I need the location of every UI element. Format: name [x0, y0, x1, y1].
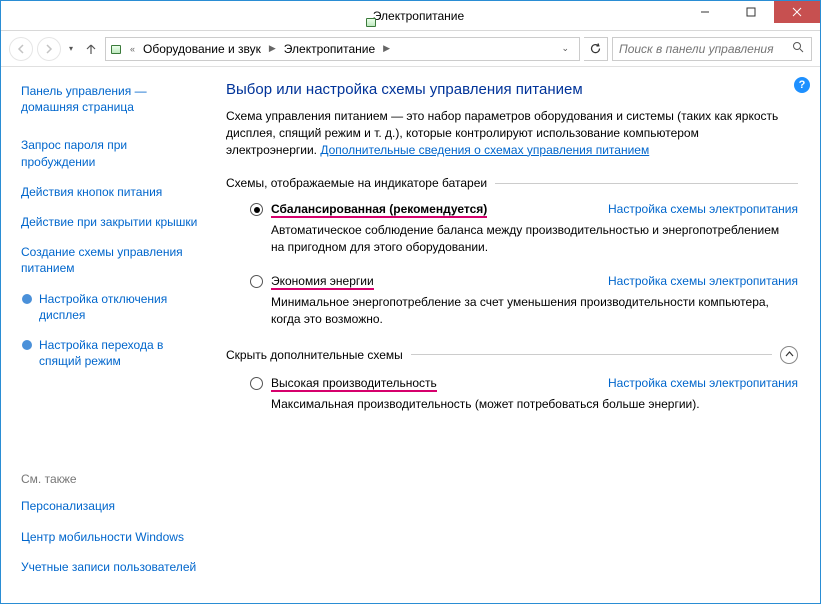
sidebar-link-power-buttons[interactable]: Действия кнопок питания [21, 184, 204, 200]
titlebar: Электропитание [1, 1, 820, 31]
sidebar-item-label: Настройка отключения дисплея [39, 291, 204, 323]
sidebar-item-label: Настройка перехода в спящий режим [39, 337, 204, 369]
sidebar: Панель управления — домашняя страница За… [1, 67, 216, 603]
plan-name-label[interactable]: Экономия энергии [271, 274, 374, 290]
minimize-button[interactable] [682, 1, 728, 23]
sidebar-link-create-plan[interactable]: Создание схемы управления питанием [21, 244, 204, 276]
fieldset-legend: Схемы, отображаемые на индикаторе батаре… [226, 176, 487, 190]
see-also-user-accounts[interactable]: Учетные записи пользователей [21, 559, 204, 575]
see-also-mobility-center[interactable]: Центр мобильности Windows [21, 529, 204, 545]
back-button[interactable] [9, 37, 33, 61]
plan-description: Максимальная производительность (может п… [271, 396, 798, 413]
configure-plan-link[interactable]: Настройка схемы электропитания [608, 274, 798, 288]
divider [495, 183, 798, 184]
forward-button[interactable] [37, 37, 61, 61]
fieldset-legend: Скрыть дополнительные схемы [226, 348, 403, 362]
more-info-link[interactable]: Дополнительные сведения о схемах управле… [320, 143, 649, 157]
page-description: Схема управления питанием — это набор па… [226, 108, 798, 158]
breadcrumb[interactable]: « Оборудование и звук ▶ Электропитание ▶… [105, 37, 580, 61]
content-area: ? Выбор или настройка схемы управления п… [216, 67, 820, 603]
control-panel-home-link[interactable]: Панель управления — домашняя страница [21, 83, 204, 115]
sidebar-link-lid-close[interactable]: Действие при закрытии крышки [21, 214, 204, 230]
refresh-button[interactable] [584, 37, 608, 61]
search-icon[interactable] [792, 41, 805, 57]
chevron-right-icon: ▶ [383, 43, 390, 54]
chevron-right-icon: ▶ [269, 43, 276, 54]
plan-name-label[interactable]: Сбалансированная (рекомендуется) [271, 202, 487, 218]
shield-icon [21, 339, 33, 351]
see-also-section: См. также Персонализация Центр мобильнос… [21, 472, 204, 589]
breadcrumb-item[interactable]: Оборудование и звук [139, 42, 265, 56]
radio-balanced[interactable] [250, 203, 263, 216]
sidebar-link-display-off[interactable]: Настройка отключения дисплея [21, 291, 204, 323]
search-input[interactable] [619, 42, 792, 56]
shield-icon [21, 293, 33, 305]
window-controls [682, 1, 820, 23]
app-icon [365, 14, 381, 30]
battery-plans-fieldset: Схемы, отображаемые на индикаторе батаре… [226, 176, 798, 327]
breadcrumb-dropdown-icon[interactable]: ⌄ [555, 43, 575, 54]
radio-high-performance[interactable] [250, 377, 263, 390]
plan-description: Автоматическое соблюдение баланса между … [271, 222, 798, 256]
maximize-button[interactable] [728, 1, 774, 23]
plan-name-label[interactable]: Высокая производительность [271, 376, 437, 392]
history-dropdown-icon[interactable]: ▾ [65, 44, 77, 53]
sidebar-link-wake-password[interactable]: Запрос пароля при пробуждении [21, 137, 204, 169]
help-icon[interactable]: ? [794, 77, 810, 93]
breadcrumb-item[interactable]: Электропитание [280, 42, 379, 56]
close-button[interactable] [774, 1, 820, 23]
plan-description: Минимальное энергопотребление за счет ум… [271, 294, 798, 328]
sidebar-link-sleep[interactable]: Настройка перехода в спящий режим [21, 337, 204, 369]
up-button[interactable] [81, 39, 101, 59]
see-also-title: См. также [21, 472, 204, 486]
plan-high-performance: Высокая производительность Настройка схе… [250, 376, 798, 413]
plan-power-saver: Экономия энергии Настройка схемы электро… [250, 274, 798, 328]
breadcrumb-icon [110, 41, 126, 57]
configure-plan-link[interactable]: Настройка схемы электропитания [608, 202, 798, 216]
breadcrumb-sep-icon: « [130, 44, 135, 54]
window-title: Электропитание [373, 9, 464, 23]
collapse-button[interactable] [780, 346, 798, 364]
divider [411, 354, 772, 355]
navbar: ▾ « Оборудование и звук ▶ Электропитание… [1, 31, 820, 67]
see-also-personalization[interactable]: Персонализация [21, 498, 204, 514]
radio-power-saver[interactable] [250, 275, 263, 288]
plan-balanced: Сбалансированная (рекомендуется) Настрой… [250, 202, 798, 256]
page-title: Выбор или настройка схемы управления пит… [226, 81, 798, 98]
configure-plan-link[interactable]: Настройка схемы электропитания [608, 376, 798, 390]
search-box[interactable] [612, 37, 812, 61]
additional-plans-fieldset: Скрыть дополнительные схемы Высокая прои… [226, 346, 798, 413]
